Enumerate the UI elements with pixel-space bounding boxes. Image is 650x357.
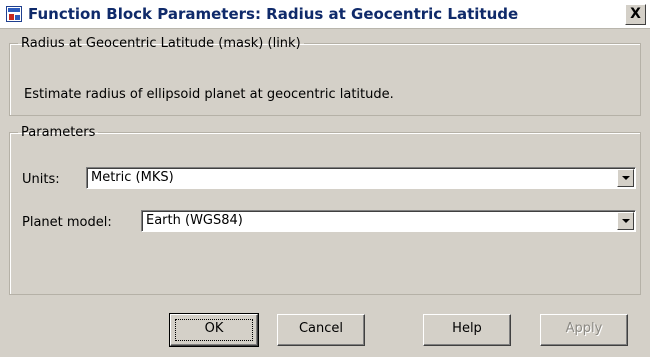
units-dropdown[interactable]: Metric (MKS)	[86, 167, 636, 189]
title-bar: Function Block Parameters: Radius at Geo…	[0, 0, 650, 29]
help-button[interactable]: Help	[423, 314, 511, 346]
chevron-down-icon[interactable]	[617, 212, 634, 230]
planet-model-selected-value: Earth (WGS84)	[146, 213, 243, 228]
parameters-group-legend: Parameters	[21, 125, 96, 140]
apply-button-label: Apply	[565, 321, 603, 336]
mask-description: Estimate radius of ellipsoid planet at g…	[24, 87, 394, 102]
cancel-button-label: Cancel	[298, 321, 344, 336]
mask-description-group: Radius at Geocentric Latitude (mask) (li…	[9, 36, 641, 116]
planet-model-dropdown[interactable]: Earth (WGS84)	[141, 210, 636, 232]
mask-group-legend: Radius at Geocentric Latitude (mask) (li…	[21, 36, 301, 51]
units-selected-value: Metric (MKS)	[91, 170, 174, 185]
window-title: Function Block Parameters: Radius at Geo…	[28, 5, 519, 23]
cancel-button[interactable]: Cancel	[277, 314, 365, 346]
simulink-block-icon	[6, 6, 22, 22]
apply-button[interactable]: Apply	[540, 314, 628, 346]
close-button[interactable]: X	[625, 4, 646, 25]
help-button-label: Help	[452, 321, 482, 336]
units-label: Units:	[22, 172, 60, 187]
ok-button[interactable]: OK	[169, 313, 259, 347]
chevron-down-icon[interactable]	[617, 169, 634, 187]
planet-model-label: Planet model:	[22, 215, 112, 230]
